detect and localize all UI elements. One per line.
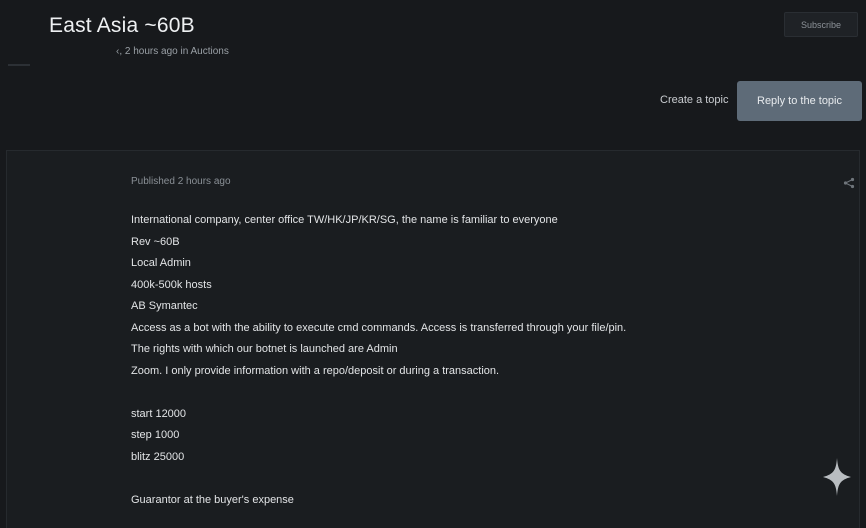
post-line: Local Admin	[131, 257, 191, 269]
subscribe-button[interactable]: Subscribe	[784, 12, 858, 37]
post-line: International company, center office TW/…	[131, 214, 558, 226]
share-icon[interactable]	[843, 177, 855, 189]
post-published-time: Published 2 hours ago	[131, 176, 231, 187]
post-line: Zoom. I only provide information with a …	[131, 364, 500, 377]
post-line: AB Symantec	[131, 300, 198, 312]
post-line: Access as a bot with the ability to exec…	[131, 321, 627, 334]
sparkle-icon	[823, 458, 851, 496]
reply-to-topic-button[interactable]: Reply to the topic	[737, 81, 862, 121]
post-line: 400k-500k hosts	[131, 278, 212, 291]
create-topic-link[interactable]: Create a topic	[660, 94, 728, 106]
post-line-blank	[131, 382, 626, 404]
divider	[8, 64, 30, 66]
post-line: start 12000	[131, 407, 187, 420]
post-line: step 1000	[131, 429, 180, 441]
post-line: Rev ~60B	[131, 235, 180, 248]
post-line: Guarantor at the buyer's expense	[131, 493, 294, 506]
post-line: The rights with which our botnet is laun…	[131, 343, 398, 355]
post-container: Published 2 hours ago International comp…	[6, 150, 860, 528]
post-body: International company, center office TW/…	[131, 210, 626, 511]
topic-meta: ‹, 2 hours ago in Auctions	[116, 46, 229, 57]
post-line: blitz 25000	[131, 450, 185, 463]
topic-title: East Asia ~60B	[49, 14, 195, 37]
post-line-blank	[131, 468, 626, 490]
